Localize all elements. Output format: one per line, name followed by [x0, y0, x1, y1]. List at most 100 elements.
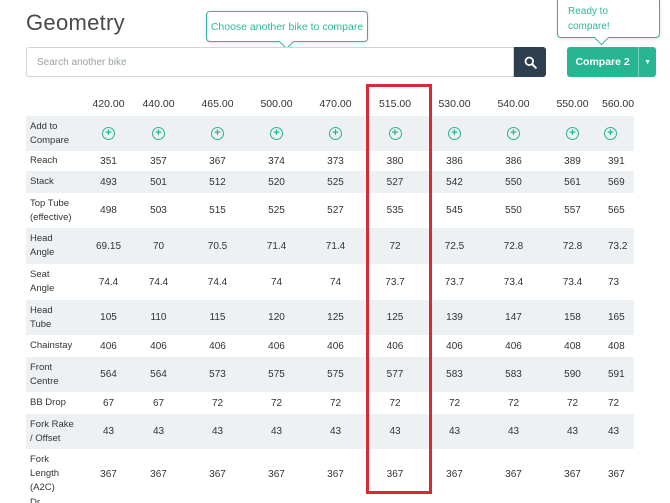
row-label-line: Fork — [30, 454, 49, 465]
geometry-value: 386 — [505, 155, 522, 167]
geometry-value: 512 — [188, 171, 247, 193]
geometry-value: 583 — [425, 357, 484, 392]
geometry-value: 408 — [608, 340, 625, 352]
geometry-value: 367 — [446, 468, 463, 480]
geometry-value: 565 — [608, 205, 625, 216]
add-to-compare-cell: + — [188, 116, 247, 151]
geometry-value: 367 — [327, 468, 344, 480]
geometry-value: 406 — [268, 340, 285, 352]
ready-to-compare-tooltip: Ready to compare! — [557, 0, 660, 38]
geometry-row-label: Front Centre — [26, 357, 88, 392]
geometry-value: 70.5 — [188, 228, 247, 264]
size-header: 560.00 — [602, 98, 635, 110]
row-label-line: Head — [30, 304, 53, 316]
row-label-line: Tube — [30, 318, 52, 330]
geometry-value: 110 — [129, 300, 188, 335]
geometry-row: Stack 493 501 512 520 525 527 542 550 561 569 — [26, 171, 635, 193]
geometry-value: 527 — [327, 205, 344, 216]
geometry-value: 74 — [329, 276, 342, 288]
geometry-value: 408 — [564, 340, 581, 352]
geometry-value: 69.15 — [88, 228, 129, 264]
geometry-value: 545 — [446, 205, 463, 216]
geometry-value: 125 — [306, 300, 365, 335]
geometry-value: 139 — [425, 300, 484, 335]
geometry-value: 389 — [564, 155, 581, 167]
geometry-value: 72.8 — [543, 228, 602, 264]
geometry-row: Fork Rake / Offset 43 43 43 43 43 43 43 43 43 43 — [26, 414, 635, 449]
geometry-value: 74.4 — [98, 276, 119, 288]
geometry-value: 503 — [150, 205, 167, 216]
size-header: 515.00 — [378, 98, 412, 110]
compare-button-label: Compare 2 — [575, 56, 630, 68]
add-to-compare-label-line: Compare — [30, 134, 70, 146]
geometry-value: 515 — [209, 205, 226, 216]
row-label-line: Reach — [30, 155, 58, 166]
plus-circle-icon[interactable]: + — [448, 127, 461, 140]
geometry-value: 43 — [247, 414, 306, 449]
geometry-value: 391 — [608, 155, 625, 167]
geometry-value: 72 — [365, 228, 425, 264]
geometry-table: 420.00 440.00 465.00 500.00 470.00 515.00 530.… — [26, 92, 635, 499]
row-label-line: Top Tube — [30, 197, 70, 209]
plus-circle-icon[interactable]: + — [507, 127, 520, 140]
plus-circle-icon[interactable]: + — [604, 127, 617, 140]
add-to-compare-cell: + — [306, 116, 365, 151]
geometry-value: 373 — [327, 155, 344, 167]
size-header: 440.00 — [142, 98, 175, 110]
geometry-value: 527 — [365, 171, 425, 193]
geometry-value: 73 — [608, 276, 620, 288]
geometry-row: Fork Length (A2C) 367 367 367 367 367 367 367 367 3… — [26, 449, 634, 499]
search-icon — [524, 56, 537, 69]
geometry-value: 542 — [425, 171, 484, 193]
search-button[interactable] — [514, 47, 546, 77]
geometry-row: Head Tube 105 110 115 120 125 125 139 147 158 165 — [26, 300, 635, 335]
geometry-value: 367 — [100, 468, 117, 480]
add-to-compare-cell: + — [88, 116, 129, 151]
plus-circle-icon[interactable]: + — [566, 127, 579, 140]
geometry-value: 72 — [211, 397, 224, 409]
geometry-value: 73.4 — [562, 276, 583, 288]
compare-button[interactable]: Compare 2 ▼ — [567, 47, 656, 77]
geometry-value: 367 — [564, 468, 581, 480]
geometry-row-label: Reach — [26, 151, 88, 171]
geometry-value: 367 — [150, 468, 167, 480]
geometry-value: 73.7 — [444, 276, 465, 288]
plus-circle-icon[interactable]: + — [211, 127, 224, 140]
row-label-line: (A2C) — [30, 482, 55, 493]
geometry-value: 72.8 — [484, 228, 543, 264]
geometry-value: 43 — [425, 414, 484, 449]
geometry-row: Reach 351 357 367 374 373 380 386 386 389 391 — [26, 151, 634, 171]
geometry-value: 72 — [329, 397, 342, 409]
geometry-value: 575 — [306, 357, 365, 392]
geometry-value: 72 — [608, 397, 620, 409]
geometry-value: 367 — [386, 468, 404, 480]
compare-dropdown-toggle[interactable]: ▼ — [638, 47, 656, 77]
plus-circle-icon[interactable]: + — [152, 127, 165, 140]
geometry-value: 493 — [88, 171, 129, 193]
geometry-value: 74 — [270, 276, 283, 288]
row-label-line: Angle — [30, 283, 55, 294]
plus-circle-icon[interactable]: + — [102, 127, 115, 140]
geometry-value: 498 — [100, 205, 117, 216]
geometry-value: 43 — [602, 414, 635, 449]
geometry-row: Seat Angle 74.4 74.4 74.4 74 74 73.7 73.7 73.4 73.… — [26, 264, 634, 300]
geometry-value: 557 — [564, 205, 581, 216]
plus-circle-icon[interactable]: + — [329, 127, 342, 140]
geometry-value: 70 — [129, 228, 188, 264]
geometry-row-label: Seat Angle — [26, 264, 88, 300]
size-header: 530.00 — [438, 98, 471, 110]
geometry-value: 550 — [484, 171, 543, 193]
geometry-value: 71.4 — [247, 228, 306, 264]
geometry-row: BB Drop 67 67 72 72 72 72 72 72 72 72 — [26, 392, 634, 414]
geometry-value: 367 — [209, 468, 226, 480]
geometry-value: 564 — [129, 357, 188, 392]
plus-circle-icon[interactable]: + — [388, 127, 402, 140]
geometry-row-label: Chainstay — [26, 335, 88, 357]
geometry-value: 550 — [505, 205, 522, 216]
geometry-value: 406 — [150, 340, 167, 352]
add-to-compare-row: Add to Compare + + + + + + + + + + — [26, 116, 635, 151]
geometry-value: 73.2 — [602, 228, 635, 264]
search-bike-input[interactable] — [26, 47, 514, 77]
geometry-value: 165 — [602, 300, 635, 335]
plus-circle-icon[interactable]: + — [270, 127, 283, 140]
